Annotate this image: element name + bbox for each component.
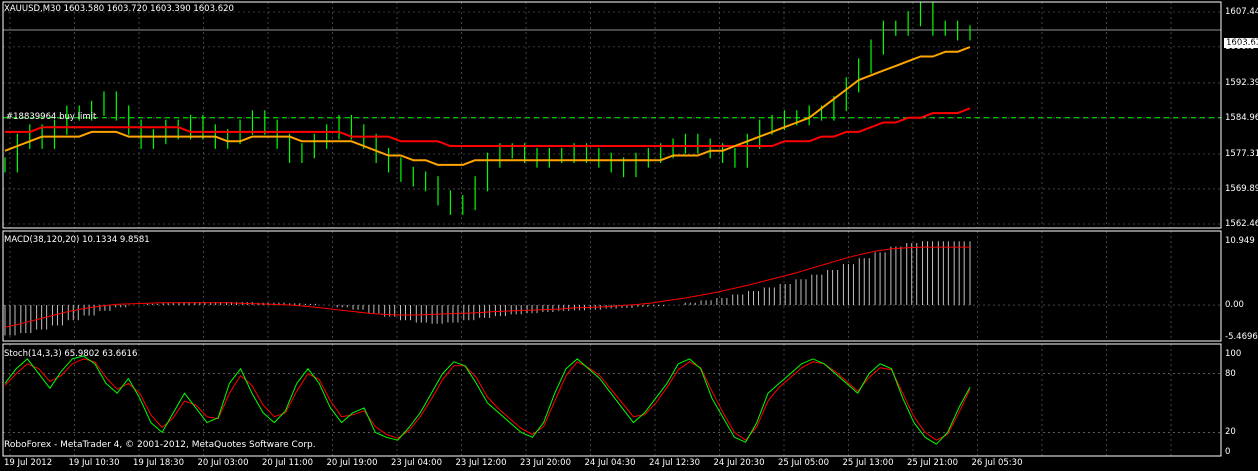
macd-axis-label: 10.949 [1225,236,1255,246]
macd-axis-label: -5.4696 [1225,332,1258,342]
symbol-label: XAUUSD,M30 [4,4,61,14]
time-axis-label: 25 Jul 05:00 [778,458,829,468]
macd-panel[interactable] [3,241,1221,336]
time-axis-label: 19 Jul 10:30 [68,458,120,468]
time-axis-label: 26 Jul 05:30 [971,458,1023,468]
stoch-header: Stoch(14,3,3) 65.9802 63.6616 [4,349,138,359]
price-axis-label: 1562.46 [1225,219,1258,229]
price-axis-label: 1584.96 [1225,112,1258,123]
ohlc-values: 1603.580 1603.720 1603.390 1603.620 [63,4,234,14]
price-axis-label: 1607.44 [1225,7,1258,17]
panel-frames [2,1,1222,457]
stoch-axis-label: 0 [1225,447,1231,457]
time-axis-label: 19 Jul 18:30 [133,458,184,468]
panel-frame [2,1,1222,229]
ma-slow-line [5,107,971,147]
macd-header: MACD(38,120,20) 10.1334 9.8581 [4,235,150,245]
stoch-axis-label: 100 [1225,349,1242,359]
ma-fast-line [4,46,971,166]
time-axis-label: 20 Jul 19:00 [326,458,378,468]
time-axis-label: 23 Jul 12:00 [455,458,507,468]
time-axis-label: 20 Jul 03:00 [197,458,249,468]
grid [9,2,1172,456]
order-line-label: #18839964 buy limit [6,112,97,122]
stoch-axis-label: 80 [1225,368,1236,379]
price-panel[interactable] [3,1,1221,225]
time-axis-label: 23 Jul 04:00 [391,458,442,468]
trading-chart[interactable] [0,0,1258,471]
time-axis-label: 20 Jul 11:00 [262,458,313,468]
stoch-panel[interactable] [3,355,1221,445]
stoch-axis-label: 20 [1225,427,1236,438]
time-axis-label: 24 Jul 12:30 [649,458,700,468]
time-axis-label: 19 Jul 2012 [4,458,53,468]
copyright-text: RoboForex - MetaTrader 4, © 2001-2012, M… [4,440,316,450]
stoch-main-line [4,355,971,445]
price-axis-label: 1569.89 [1225,183,1258,194]
macd-axis-label: 0.00 [1225,300,1244,311]
macd-signal-line [4,246,970,328]
symbol-header: XAUUSD,M30 1603.580 1603.720 1603.390 16… [4,4,234,14]
price-axis-label: 1577.31 [1225,149,1258,159]
price-axis-label: 1592.39 [1225,77,1258,88]
time-axis-label: 24 Jul 20:30 [713,458,765,468]
stoch-signal-line [4,358,971,441]
price-axis-label: 1600.04 [1225,41,1258,52]
time-axis-label: 25 Jul 13:00 [842,458,894,468]
time-axis-label: 23 Jul 20:00 [520,458,571,468]
panel-frame [2,230,1222,342]
time-axis-label: 24 Jul 04:30 [584,458,636,468]
time-axis-label: 25 Jul 21:00 [907,458,958,468]
